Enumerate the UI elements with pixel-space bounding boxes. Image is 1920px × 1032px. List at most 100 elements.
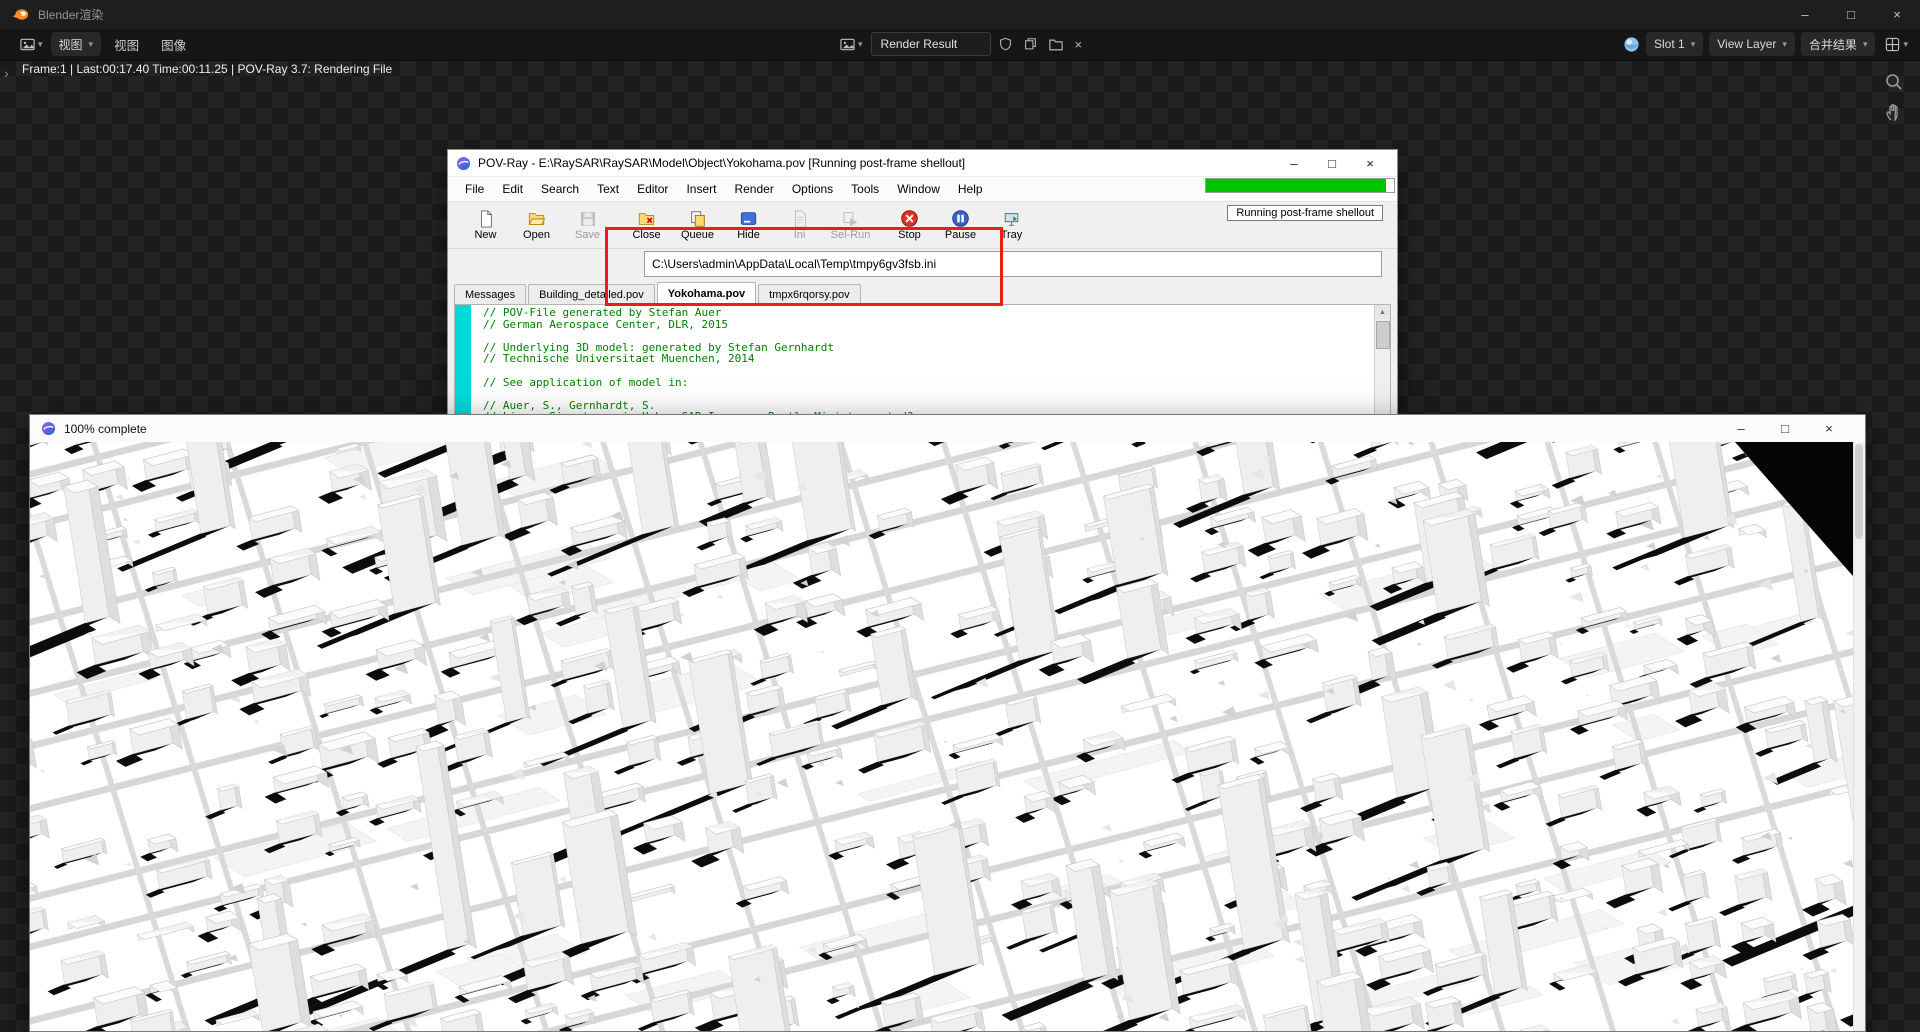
code-line: // German Aerospace Center, DLR, 2015 — [483, 319, 1374, 331]
scroll-up-button[interactable]: ▲ — [1375, 305, 1390, 319]
open-icon — [527, 209, 547, 228]
pov-menu-editor[interactable]: Editor — [628, 182, 677, 196]
pov-menu-render[interactable]: Render — [725, 182, 782, 196]
render-pass-label: 合并结果 — [1809, 36, 1857, 53]
mode-select[interactable]: 视图 ▾ — [51, 32, 102, 56]
blender-maximize-button[interactable]: □ — [1828, 0, 1874, 29]
header-right-group: Slot 1 ▾ View Layer ▾ 合并结果 ▾ ▾ — [1623, 32, 1912, 56]
new-button[interactable]: New — [460, 204, 511, 246]
image-name-field[interactable]: Render Result — [871, 32, 991, 56]
screen: Blender渲染 – □ × ▾ 视图 ▾ 视图 图像 — [0, 0, 1920, 1032]
copy-icon — [1024, 37, 1037, 51]
close-file-icon — [637, 209, 657, 228]
pause-icon — [951, 209, 971, 228]
header-image-group: ▾ Render Result × — [836, 32, 1086, 56]
pov-menu-help[interactable]: Help — [949, 182, 992, 196]
povray-window-title: POV-Ray - E:\RaySAR\RaySAR\Model\Object\… — [478, 156, 1275, 170]
render-scroll-thumb[interactable] — [1855, 444, 1863, 539]
menu-view[interactable]: 视图 — [105, 35, 148, 54]
povray-close-button[interactable]: × — [1351, 150, 1389, 176]
unlink-button[interactable]: × — [1071, 32, 1087, 56]
blender-image-editor-header: ▾ 视图 ▾ 视图 图像 ▾ Render Result — [0, 29, 1920, 61]
chevron-down-icon: ▾ — [1863, 40, 1868, 49]
povray-minimize-button[interactable]: – — [1275, 150, 1313, 176]
render-close-button[interactable]: × — [1807, 415, 1851, 442]
hand-icon — [1884, 102, 1904, 122]
pov-menu-options[interactable]: Options — [783, 182, 842, 196]
blender-titlebar: Blender渲染 – □ × — [0, 0, 1920, 29]
image-datablock-button[interactable]: ▾ — [836, 32, 867, 56]
sphere-icon[interactable] — [1623, 36, 1640, 53]
sel-run-icon — [841, 209, 861, 228]
shellout-status-box: Running post-frame shellout — [1227, 205, 1383, 221]
stop-icon — [900, 209, 920, 228]
view-layer-select[interactable]: View Layer ▾ — [1709, 32, 1795, 56]
render-scrollbar[interactable] — [1853, 442, 1865, 1031]
blender-minimize-button[interactable]: – — [1782, 0, 1828, 29]
render-result-window: 100% complete – □ × — [29, 414, 1866, 1032]
mode-select-label: 视图 — [59, 36, 83, 53]
display-channels-button[interactable]: ▾ — [1881, 32, 1912, 56]
chevron-down-icon: ▾ — [1782, 40, 1787, 49]
pov-menu-window[interactable]: Window — [888, 182, 949, 196]
pov-menu-tools[interactable]: Tools — [842, 182, 888, 196]
chevron-down-icon: ▾ — [89, 40, 94, 49]
render-minimize-button[interactable]: – — [1719, 415, 1763, 442]
code-line: // Technische Universitaet Muenchen, 201… — [483, 353, 1374, 365]
pov-menu-edit[interactable]: Edit — [493, 182, 532, 196]
new-icon — [476, 209, 496, 228]
chevron-down-icon: ▾ — [858, 40, 863, 49]
render-window-controls: – □ × — [1719, 415, 1851, 442]
povray-logo-icon — [456, 156, 471, 171]
render-image — [30, 442, 1865, 1031]
annotation-rectangle — [605, 227, 1003, 306]
open-image-button[interactable] — [1045, 32, 1067, 56]
slot-select[interactable]: Slot 1 ▾ — [1646, 32, 1703, 56]
code-line — [483, 365, 1374, 377]
scroll-thumb[interactable] — [1376, 321, 1390, 349]
pan-gizmo[interactable] — [1884, 102, 1904, 122]
display-channels-icon — [1885, 37, 1900, 52]
image-icon — [840, 37, 855, 52]
pov-menu-search[interactable]: Search — [532, 182, 588, 196]
view-layer-label: View Layer — [1717, 37, 1776, 51]
chevron-down-icon: ▾ — [1691, 40, 1696, 49]
code-line — [483, 388, 1374, 400]
pov-menu-file[interactable]: File — [456, 182, 493, 196]
pov-menu-text[interactable]: Text — [588, 182, 628, 196]
magnifier-icon — [1884, 72, 1904, 92]
render-progress-fill — [1206, 179, 1386, 192]
folder-icon — [1049, 38, 1063, 51]
render-window-title: 100% complete — [64, 422, 1719, 436]
open-button[interactable]: Open — [511, 204, 562, 246]
header-left-group: ▾ 视图 ▾ 视图 图像 — [16, 32, 195, 56]
save-icon — [578, 209, 598, 228]
blender-close-button[interactable]: × — [1874, 0, 1920, 29]
menu-image[interactable]: 图像 — [152, 35, 195, 54]
povray-maximize-button[interactable]: □ — [1313, 150, 1351, 176]
povray-titlebar: POV-Ray - E:\RaySAR\RaySAR\Model\Object\… — [448, 150, 1397, 177]
code-line: // See application of model in: — [483, 377, 1374, 389]
code-line: // POV-File generated by Stefan Auer — [483, 307, 1374, 319]
tab-messages[interactable]: Messages — [454, 284, 526, 304]
new-image-button[interactable] — [1020, 32, 1041, 56]
chevron-down-icon: ▾ — [38, 40, 43, 49]
render-stats-overlay: Frame:1 | Last:00:17.40 Time:00:11.25 | … — [22, 62, 392, 76]
close-icon: × — [1075, 38, 1083, 51]
tray-icon — [1002, 209, 1022, 228]
region-toggle-arrow[interactable]: › — [4, 66, 9, 80]
render-maximize-button[interactable]: □ — [1763, 415, 1807, 442]
queue-icon — [688, 209, 708, 228]
render-image-area — [30, 442, 1865, 1031]
ini-icon — [790, 209, 810, 228]
render-window-titlebar: 100% complete – □ × — [30, 415, 1865, 443]
editor-type-button[interactable]: ▾ — [16, 32, 47, 56]
blender-window-title: Blender渲染 — [38, 6, 103, 23]
povray-render-logo-icon — [41, 421, 56, 436]
image-editor-icon — [20, 37, 35, 52]
fake-user-button[interactable] — [995, 32, 1016, 56]
pov-menu-insert[interactable]: Insert — [677, 182, 725, 196]
zoom-gizmo[interactable] — [1884, 72, 1904, 92]
render-pass-select[interactable]: 合并结果 ▾ — [1801, 32, 1876, 56]
blender-logo-icon — [12, 8, 29, 21]
